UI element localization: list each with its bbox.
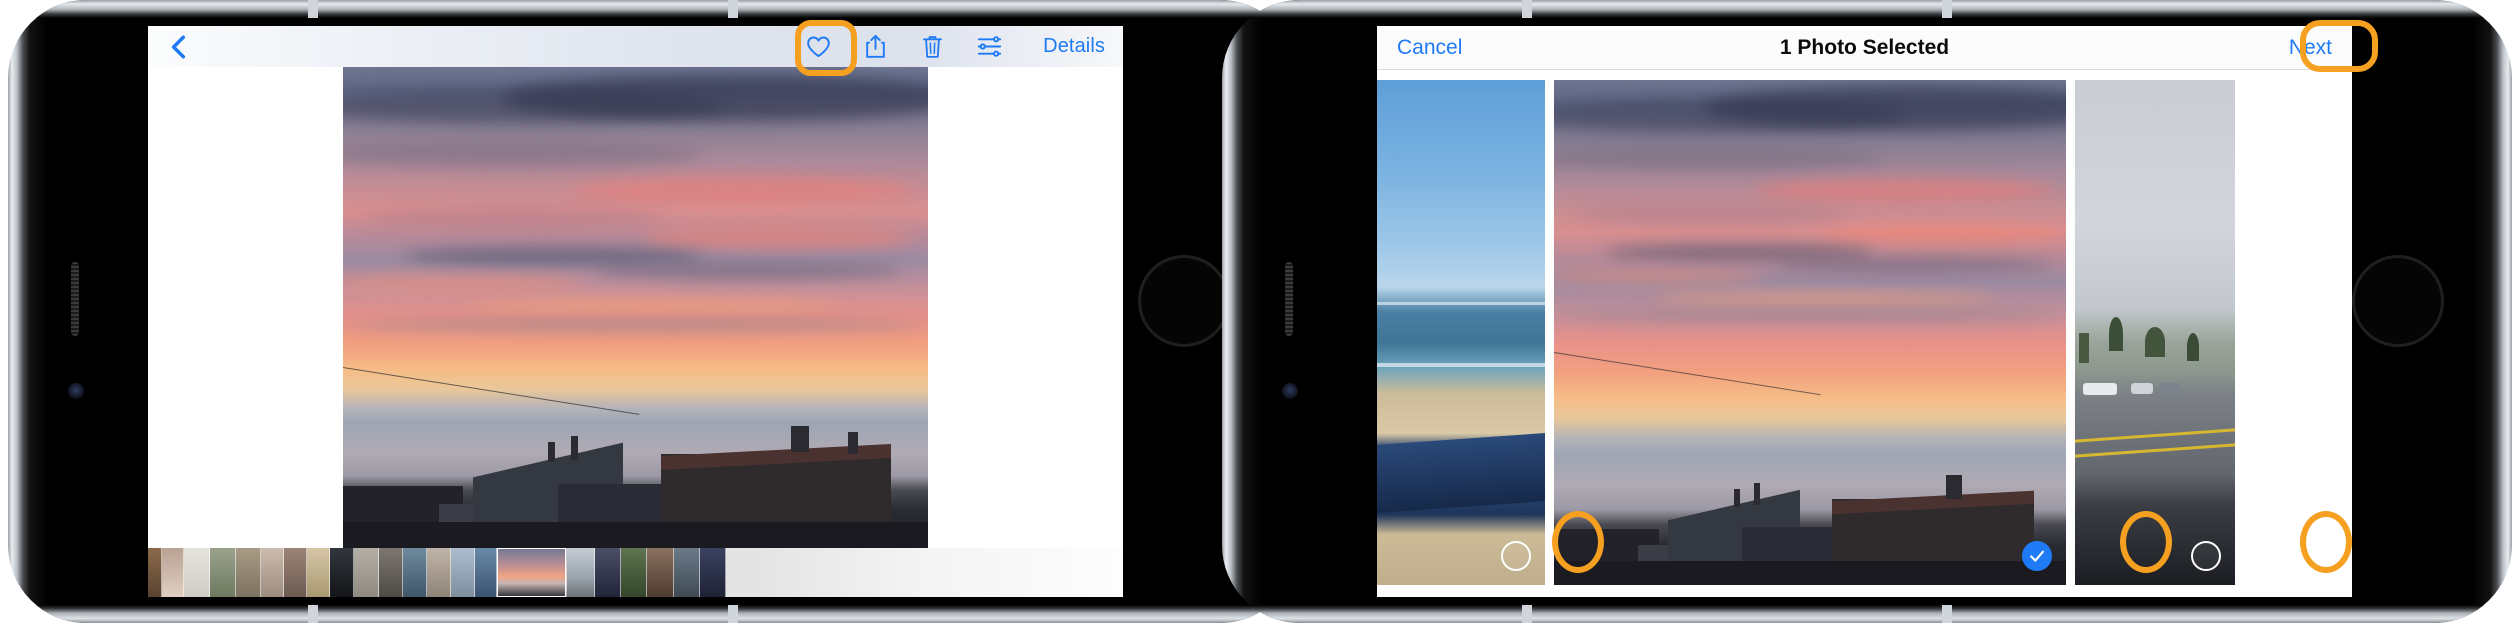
filmstrip-thumb[interactable] <box>379 548 403 597</box>
left-phone-device: Details <box>8 0 1298 623</box>
filmstrip-thumb[interactable] <box>475 548 497 597</box>
antenna-line <box>308 605 318 623</box>
share-icon[interactable] <box>862 33 889 60</box>
screenshot-stage: Details Cancel 1 Photo Selected Next <box>0 0 2512 623</box>
filmstrip-thumb[interactable] <box>284 548 307 597</box>
photo-filmstrip[interactable] <box>148 548 1123 597</box>
selection-circle-unselected[interactable] <box>1501 541 1531 571</box>
photo-display-area[interactable] <box>148 67 1123 548</box>
picker-nav-bar: Cancel 1 Photo Selected Next <box>1377 26 2352 70</box>
filmstrip-thumb[interactable] <box>700 548 726 597</box>
sunset-photo[interactable] <box>343 67 928 548</box>
adjustments-icon[interactable] <box>976 33 1003 60</box>
mute-switch[interactable] <box>1282 383 1298 399</box>
filmstrip-thumb[interactable] <box>595 548 621 597</box>
photo-action-toolbar: Details <box>805 33 1109 60</box>
antenna-line <box>1942 0 1952 18</box>
cancel-button[interactable]: Cancel <box>1397 36 1462 60</box>
trash-icon[interactable] <box>919 33 946 60</box>
filmstrip-thumb-selected[interactable] <box>497 548 567 597</box>
details-button[interactable]: Details <box>1043 35 1105 58</box>
right-phone-device: Cancel 1 Photo Selected Next <box>1222 0 2512 623</box>
picker-photo-beach[interactable] <box>1377 80 1545 585</box>
filmstrip-thumb[interactable] <box>210 548 236 597</box>
picker-title: 1 Photo Selected <box>1779 35 1950 59</box>
picker-photo-sunset[interactable] <box>1554 80 2066 585</box>
filmstrip-thumb[interactable] <box>647 548 674 597</box>
filmstrip-thumb[interactable] <box>403 548 427 597</box>
filmstrip-thumb[interactable] <box>236 548 261 597</box>
home-button[interactable] <box>1138 255 1230 347</box>
next-button[interactable]: Next <box>2289 36 2332 60</box>
volume-button[interactable] <box>71 262 79 336</box>
filmstrip-thumb[interactable] <box>451 548 475 597</box>
filmstrip-thumb[interactable] <box>621 548 647 597</box>
filmstrip-thumb[interactable] <box>674 548 700 597</box>
filmstrip-thumb[interactable] <box>307 548 330 597</box>
filmstrip-thumb[interactable] <box>148 548 162 597</box>
selection-circle-selected[interactable] <box>2022 541 2052 571</box>
picker-photo-street[interactable] <box>2075 80 2235 585</box>
filmstrip-thumb[interactable] <box>261 548 284 597</box>
antenna-line <box>728 605 738 623</box>
filmstrip-thumb[interactable] <box>330 548 354 597</box>
home-button[interactable] <box>2352 255 2444 347</box>
photo-viewer-toolbar: Details <box>148 26 1123 67</box>
antenna-line <box>728 0 738 18</box>
filmstrip-thumb[interactable] <box>354 548 379 597</box>
filmstrip-thumb[interactable] <box>567 548 595 597</box>
filmstrip-thumb[interactable] <box>184 548 210 597</box>
photo-picker-strip[interactable] <box>1377 70 2352 597</box>
mute-switch[interactable] <box>68 383 84 399</box>
filmstrip-thumb[interactable] <box>427 548 451 597</box>
left-phone-screen: Details <box>148 26 1123 597</box>
volume-button[interactable] <box>1285 262 1293 336</box>
antenna-line <box>1522 0 1532 18</box>
antenna-line <box>308 0 318 18</box>
chevron-left-icon[interactable] <box>166 34 192 60</box>
heart-icon[interactable] <box>805 33 832 60</box>
filmstrip-thumb[interactable] <box>162 548 184 597</box>
right-phone-screen: Cancel 1 Photo Selected Next <box>1377 26 2352 597</box>
antenna-line <box>1522 605 1532 623</box>
selection-circle-unselected[interactable] <box>2191 541 2221 571</box>
antenna-line <box>1942 605 1952 623</box>
